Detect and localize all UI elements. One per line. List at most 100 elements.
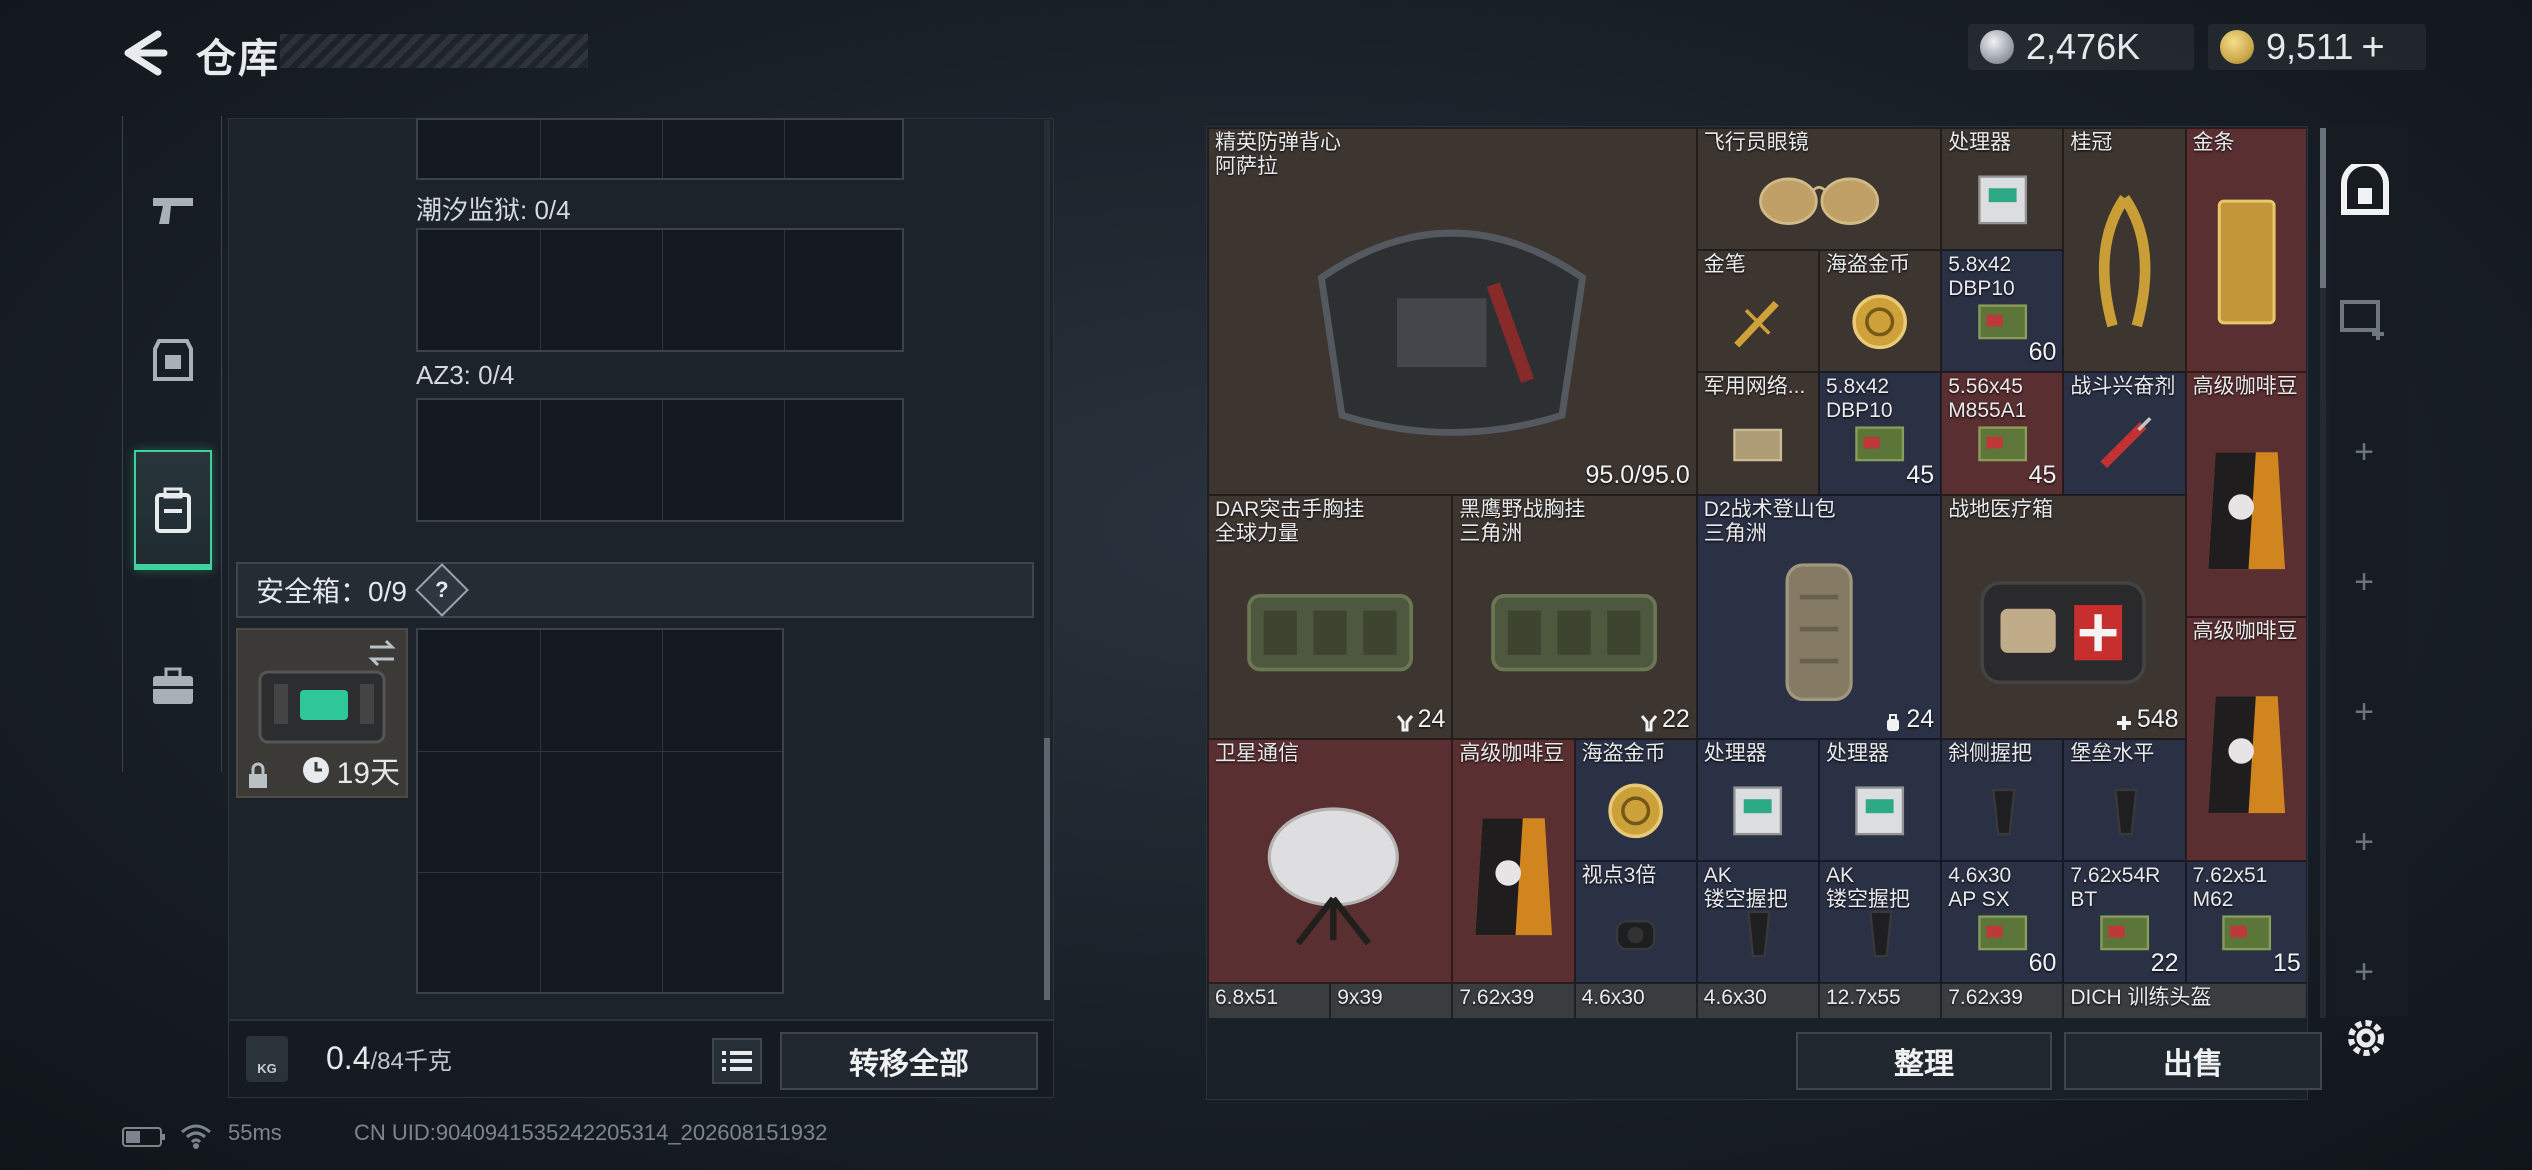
safe-box-label: 安全箱：0/9 [256,576,407,607]
processor-icon [1712,776,1803,846]
stash-item[interactable]: 斜侧握把 [1941,739,2064,862]
stash-item[interactable]: 4.6x30 [1696,983,1819,1018]
stash-item[interactable]: 战斗兴奋剂 [2063,372,2186,495]
container-slot-grid-prison[interactable] [416,228,904,352]
stash-item[interactable]: 飞行员眼镜 [1696,128,1942,251]
stash-item-count: 22 [2151,949,2179,978]
list-view-button[interactable] [712,1038,762,1084]
add-currency-button[interactable]: + [2361,25,2384,70]
stash-item[interactable]: 5.8x42 DBP10 60 [1941,250,2064,373]
stash-item-name: AK 镂空握把 [1703,864,1788,912]
stash-item-name: 金笔 [1703,253,1746,277]
processor-icon [1957,165,2048,235]
stash-item[interactable]: 海盗金币 [1819,250,1942,373]
help-icon[interactable]: ? [415,563,469,617]
stash-item[interactable]: 7.62x39 [1452,983,1575,1018]
stash-item[interactable]: 12.7x55 [1819,983,1942,1018]
stash-item-name: 12.7x55 [1826,986,1901,1010]
left-scrollbar[interactable] [1044,120,1050,1000]
stash-item[interactable]: 高级咖啡豆 [1452,739,1575,984]
stash-item[interactable]: 黑鹰野战胸挂 三角洲 22 [1452,494,1697,739]
currency-gold-value: 9,511 [2266,26,2354,67]
stash-item[interactable]: 4.6x30 [1574,983,1697,1018]
stash-item-name: 高级咖啡豆 [1459,742,1565,765]
stash-item[interactable]: 处理器 [1696,739,1819,862]
stash-item[interactable]: AK 镂空握把 [1819,861,1942,984]
stash-item-name: 7.62x51 M62 [2192,864,2268,912]
network-device-icon [1712,409,1803,479]
stash-item-count-value: 22 [1661,704,1690,733]
sell-button[interactable]: 出售 [2064,1032,2322,1090]
stash-scrollbar[interactable] [2320,128,2326,1018]
stash-scrollbar-thumb[interactable] [2320,128,2326,288]
coffee-bag-icon [1468,793,1559,953]
stash-item[interactable]: 处理器 [1819,739,1942,862]
empty-stash-page-5-icon[interactable]: + [2350,955,2378,989]
tab-weapons[interactable] [134,150,212,270]
stash-item[interactable]: 6.8x51 [1208,983,1331,1018]
stash-item[interactable]: 4.6x30 AP SX 60 [1941,861,2064,984]
stash-item[interactable]: 海盗金币 [1574,739,1697,862]
coffee-bag-icon [2201,671,2292,831]
briefcase-icon [153,667,193,704]
stash-item[interactable]: 视点3倍 [1574,861,1697,984]
satellite-dish-icon [1238,793,1422,953]
stash-item[interactable]: 处理器 [1941,128,2064,251]
stash-item[interactable]: 金笔 [1696,250,1819,373]
left-scrollbar-thumb[interactable] [1044,738,1050,1000]
stash-item[interactable]: 7.62x54R BT 22 [2063,861,2186,984]
empty-stash-page-2-icon[interactable]: + [2350,565,2378,599]
stash-item[interactable]: 高级咖啡豆 [2185,616,2306,862]
stash-item-name: 军用网络... [1703,375,1806,399]
safe-box-item[interactable]: 19天 [236,628,408,798]
stash-item-name: 7.62x39 [1459,986,1535,1010]
stash-item[interactable]: 卫星通信 [1208,739,1453,984]
stash-item-name: 7.62x54R BT [2070,864,2161,912]
weight-kg-icon: KG [246,1036,288,1082]
stash-item-name: DAR突击手胸挂 全球力量 [1215,497,1365,545]
vest-slot-icon [1640,710,1658,732]
swap-icon[interactable] [366,638,398,668]
empty-stash-page-3-icon[interactable]: + [2350,695,2378,729]
stash-home-icon[interactable] [2338,164,2392,216]
stash-item[interactable]: 9x39 [1330,983,1453,1018]
stash-item-name: 处理器 [1826,742,1889,765]
container-slot-grid-top[interactable] [416,118,904,180]
tab-briefcase[interactable] [134,626,212,746]
stash-item[interactable]: 堡垒水平 [2063,739,2186,862]
stash-item[interactable]: 7.62x39 [1941,983,2064,1018]
stash-item-count: 24 [1884,705,1934,734]
stash-item[interactable]: 战地医疗箱 548 [1941,494,2186,739]
tab-backpack[interactable] [134,450,212,570]
stash-item[interactable]: DICH 训练头盔 [2063,983,2306,1018]
sort-button[interactable]: 整理 [1796,1032,2052,1090]
stash-item[interactable]: 5.56x45 M855A1 45 [1941,372,2064,495]
stash-item-name: 5.8x42 DBP10 [1826,375,1893,423]
stash-item[interactable]: 桂冠 [2063,128,2186,373]
stash-item[interactable]: D2战术登山包 三角洲 24 [1696,494,1942,739]
stash-item[interactable]: 精英防弹背心 阿萨拉 95.0/95.0 [1208,128,1697,495]
stash-item-count-value: 548 [2136,704,2179,733]
empty-stash-page-1-icon[interactable]: + [2350,435,2378,469]
stash-item[interactable]: AK 镂空握把 [1696,861,1819,984]
stash-item-name: 处理器 [1703,742,1767,765]
weight-max: /84千克 [370,1048,452,1075]
transfer-all-button[interactable]: 转移全部 [780,1032,1038,1090]
add-stash-page-icon[interactable] [2338,292,2392,342]
back-arrow-icon[interactable] [118,28,170,78]
stash-item[interactable]: DAR突击手胸挂 全球力量 24 [1208,494,1453,739]
tab-equipment[interactable] [134,300,212,420]
stash-item[interactable]: 7.62x51 M62 15 [2185,861,2306,984]
container-slot-grid-az3[interactable] [416,398,904,522]
stash-item[interactable]: 高级咖啡豆 [2185,372,2306,617]
empty-stash-page-4-icon[interactable]: + [2350,825,2378,859]
currency-gold[interactable]: 9,511 + [2208,24,2426,70]
stash-item-count: 548 [2115,705,2179,734]
stash-item[interactable]: 5.8x42 DBP10 45 [1819,372,1942,495]
stash-item[interactable]: 金条 [2185,128,2306,373]
medkit-icon [1971,549,2155,709]
vest-slot-icon [1396,710,1414,732]
settings-gear-icon[interactable] [2342,1014,2390,1062]
stash-item[interactable]: 军用网络... [1696,372,1819,495]
safe-box-grid[interactable] [416,628,784,994]
